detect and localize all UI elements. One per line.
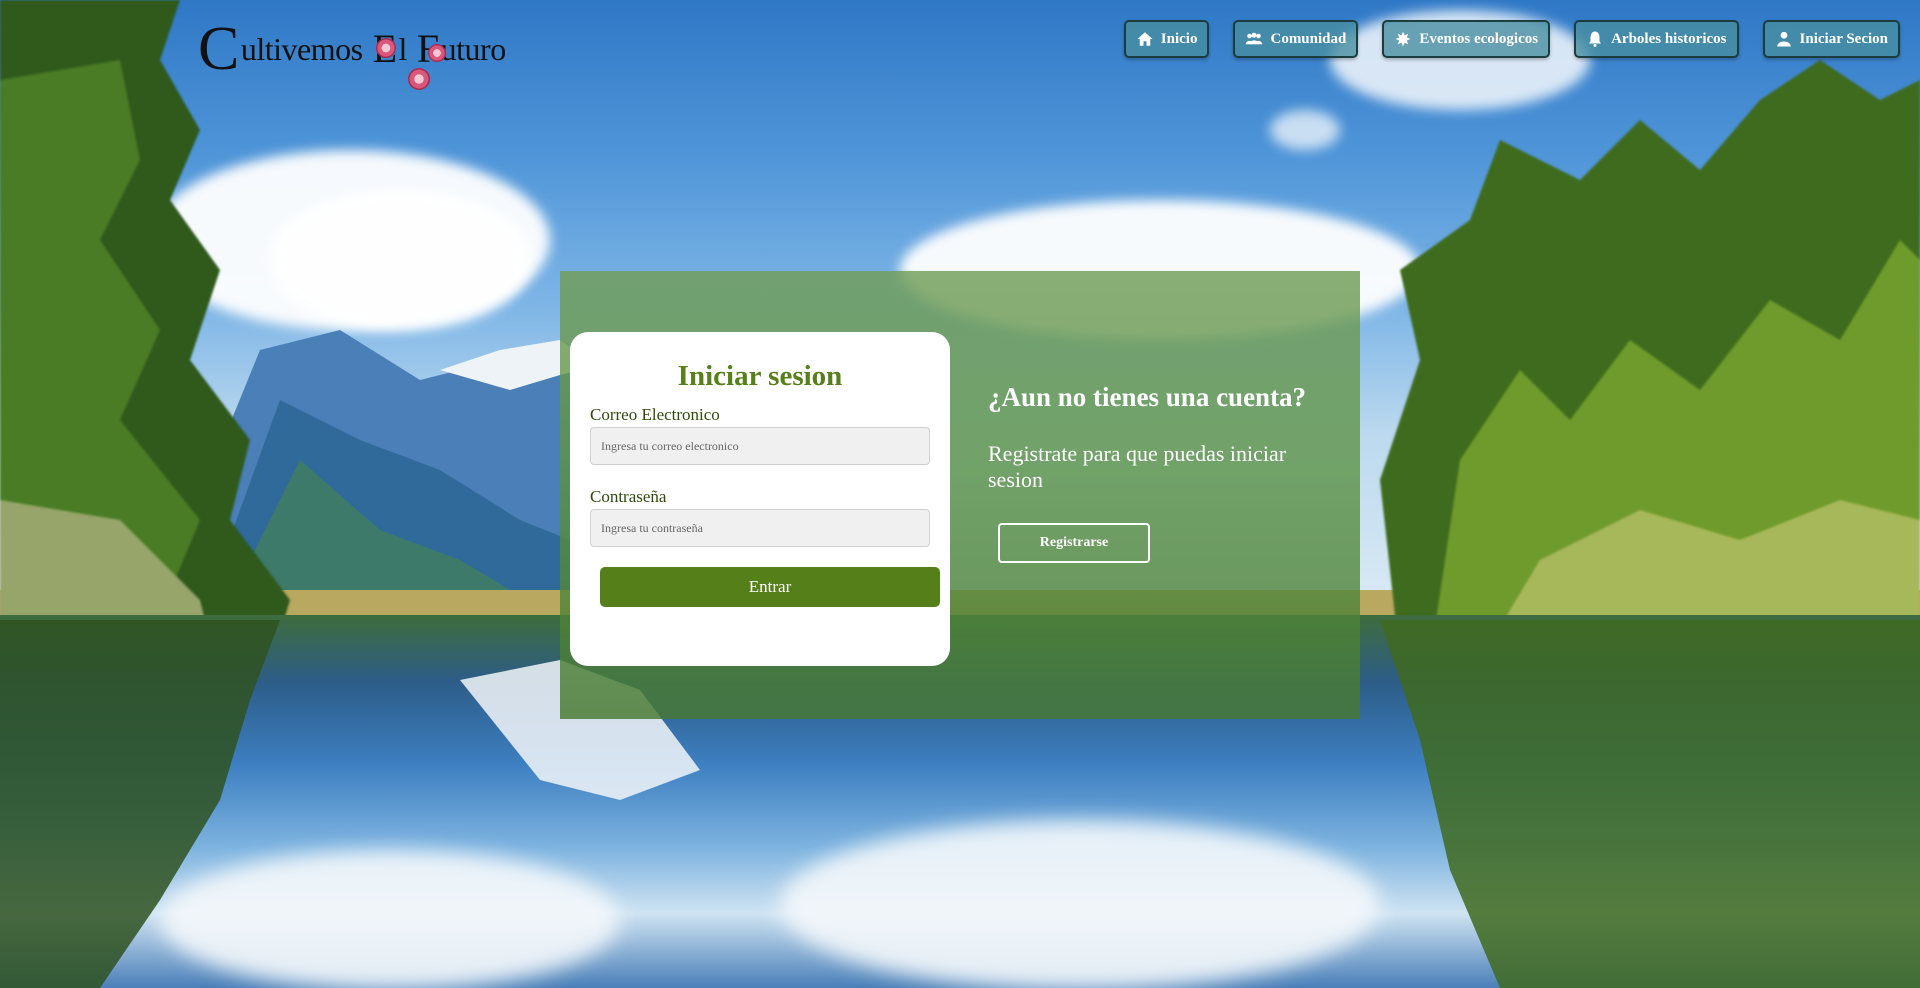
password-field[interactable] — [590, 509, 930, 547]
left-forest — [0, 0, 290, 700]
right-forest — [1340, 60, 1920, 660]
nav-iniciar-sesion-button[interactable]: Iniciar Secion — [1762, 20, 1900, 58]
register-text: Registrate para que puedas iniciar sesio… — [988, 441, 1287, 492]
auth-panel: Iniciar sesion Correo Electronico Contra… — [560, 271, 1360, 719]
email-field[interactable] — [590, 427, 930, 465]
register-section: ¿Aun no tienes una cuenta? Registrate pa… — [988, 381, 1318, 563]
site-logo[interactable]: C ultivemos E l F uturo — [198, 15, 507, 90]
flower-icon — [408, 68, 430, 90]
login-title: Iniciar sesion — [677, 360, 843, 392]
nav-eventos-button[interactable]: Eventos ecologicos — [1382, 20, 1551, 58]
logo-word-el: l — [398, 30, 408, 67]
logo-letter-c: C — [198, 15, 239, 83]
register-heading: ¿Aun no tienes una cuenta? — [988, 382, 1307, 412]
nav-label: Eventos ecologicos — [1419, 30, 1539, 47]
flower-icon — [428, 44, 446, 62]
nav-label: Inicio — [1160, 30, 1198, 47]
main-nav: Inicio Comunidad Eventos ecologicos Arbo… — [1123, 20, 1900, 58]
nav-comunidad-button[interactable]: Comunidad — [1233, 20, 1359, 58]
nav-label: Iniciar Secion — [1799, 30, 1888, 47]
flower-icon — [376, 38, 396, 58]
login-card: Iniciar sesion Correo Electronico Contra… — [570, 332, 950, 666]
home-icon — [1137, 32, 1153, 46]
logo-word-cultivemos: ultivemos — [240, 30, 363, 67]
nav-inicio-button[interactable]: Inicio — [1123, 20, 1210, 58]
cloud — [1270, 110, 1340, 150]
password-label: Contraseña — [590, 487, 667, 506]
cloud — [270, 190, 530, 330]
nav-label: Comunidad — [1270, 30, 1347, 47]
register-button[interactable]: Registrarse — [998, 523, 1150, 563]
logo-word-futuro: uturo — [440, 30, 507, 67]
bell-icon — [1589, 31, 1602, 47]
leaf-icon — [1395, 31, 1411, 47]
nav-arboles-button[interactable]: Arboles historicos — [1574, 20, 1739, 58]
users-icon — [1246, 32, 1263, 45]
email-label: Correo Electronico — [590, 405, 720, 424]
login-submit-button[interactable]: Entrar — [600, 567, 940, 607]
nav-label: Arboles historicos — [1611, 30, 1727, 47]
user-icon — [1776, 31, 1791, 47]
